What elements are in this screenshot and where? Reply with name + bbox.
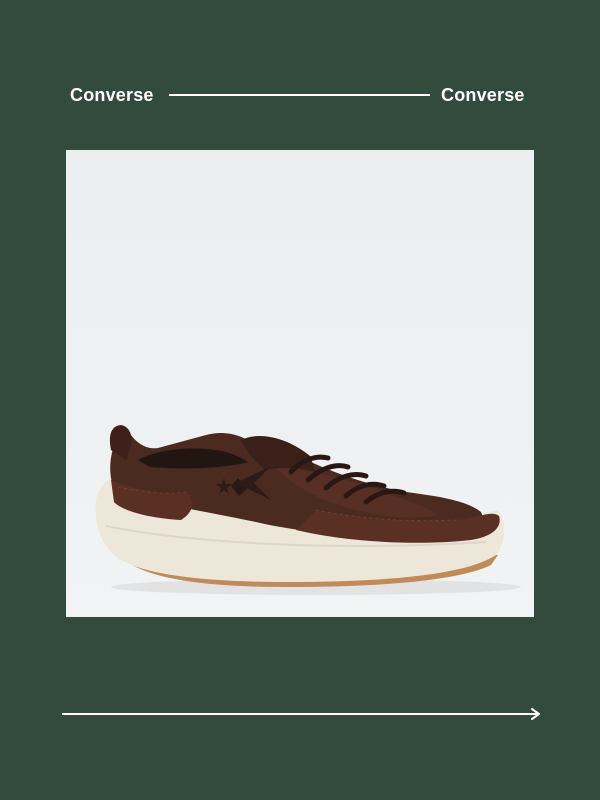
product-image[interactable] bbox=[66, 150, 534, 617]
sneaker-illustration bbox=[95, 425, 521, 595]
arrow-right-icon[interactable] bbox=[62, 707, 542, 721]
brand-label-left: Converse bbox=[70, 85, 154, 105]
brand-label-right: Converse bbox=[441, 85, 525, 105]
header-divider-line bbox=[169, 94, 430, 96]
